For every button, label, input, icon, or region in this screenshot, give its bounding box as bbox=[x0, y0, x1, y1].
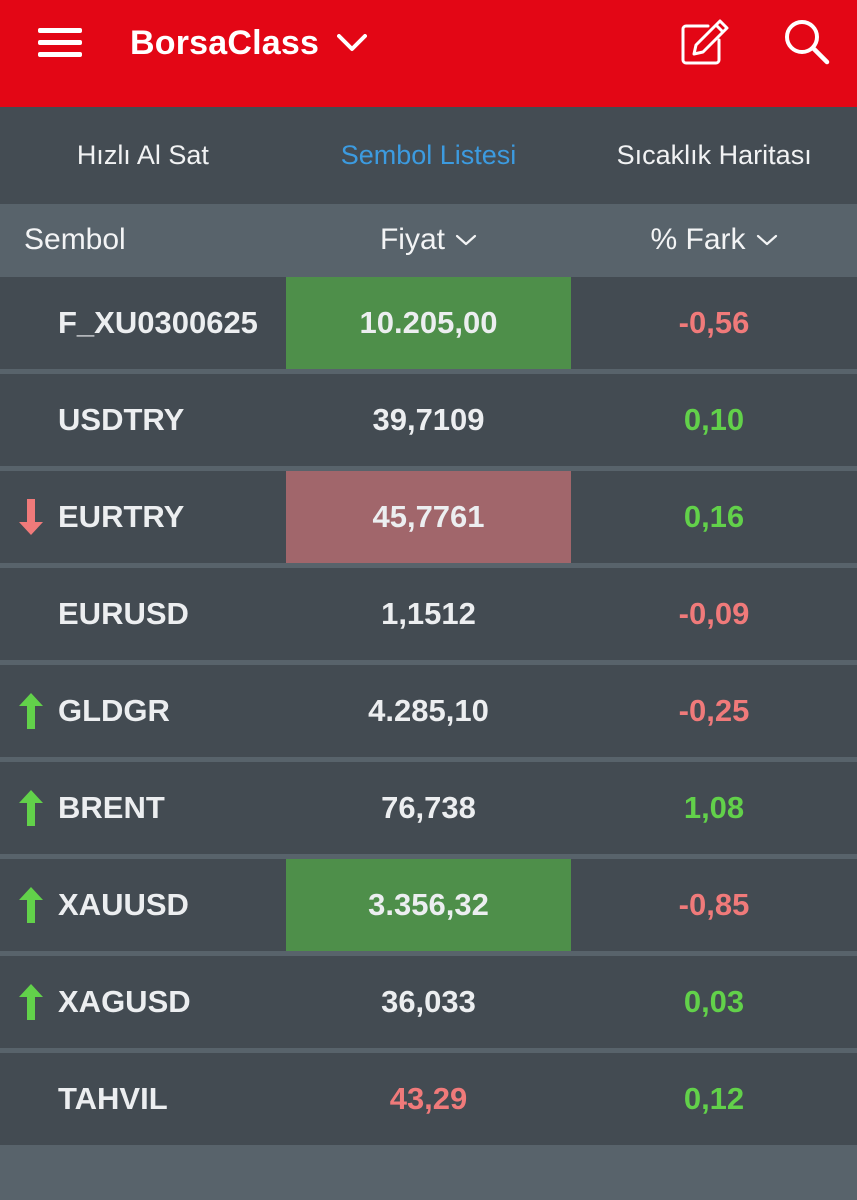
search-icon bbox=[785, 20, 830, 65]
tab-bar: Hızlı Al Sat Sembol Listesi Sıcaklık Har… bbox=[0, 107, 857, 204]
app-switcher[interactable]: BorsaClass bbox=[130, 22, 368, 64]
chevron-down-icon bbox=[756, 234, 777, 246]
table-row[interactable]: EURTRY 45,7761 0,16 bbox=[0, 471, 857, 568]
arrow-up-icon bbox=[19, 887, 43, 923]
change-cell: -0,85 bbox=[678, 887, 750, 922]
symbol-name: EURTRY bbox=[58, 499, 185, 534]
price-cell: 76,738 bbox=[381, 790, 476, 825]
edit-button[interactable] bbox=[678, 18, 730, 66]
arrow-up-icon bbox=[19, 693, 43, 729]
column-header-fiyat-label: Fiyat bbox=[379, 223, 445, 256]
change-cell: 0,16 bbox=[683, 499, 745, 534]
column-header-fiyat[interactable]: Fiyat bbox=[286, 223, 571, 257]
symbol-list: F_XU0300625 10.205,00 -0,56 USDTRY 39,71… bbox=[0, 277, 857, 1150]
change-cell: -0,25 bbox=[678, 693, 750, 728]
app-bar: BorsaClass bbox=[0, 0, 857, 107]
arrow-up-icon bbox=[19, 790, 43, 826]
symbol-name: F_XU0300625 bbox=[58, 305, 258, 340]
hamburger-icon[interactable] bbox=[36, 26, 84, 60]
price-cell: 45,7761 bbox=[286, 471, 571, 563]
table-row[interactable]: XAUUSD 3.356,32 -0,85 bbox=[0, 859, 857, 956]
edit-icon bbox=[681, 19, 729, 65]
arrow-down-icon bbox=[19, 499, 43, 535]
price-cell: 43,29 bbox=[389, 1081, 468, 1116]
column-header-sembol[interactable]: Sembol bbox=[24, 223, 126, 257]
tab-sembol-listesi[interactable]: Sembol Listesi bbox=[286, 107, 572, 204]
symbol-name: XAUUSD bbox=[58, 887, 189, 922]
table-row[interactable]: USDTRY 39,7109 0,10 bbox=[0, 374, 857, 471]
table-row[interactable]: EURUSD 1,1512 -0,09 bbox=[0, 568, 857, 665]
symbol-name: TAHVIL bbox=[58, 1081, 168, 1116]
table-row[interactable]: F_XU0300625 10.205,00 -0,56 bbox=[0, 277, 857, 374]
symbol-name: XAGUSD bbox=[58, 984, 191, 1019]
symbol-name: GLDGR bbox=[58, 693, 170, 728]
price-cell: 10.205,00 bbox=[286, 277, 571, 369]
chevron-down-icon bbox=[337, 34, 368, 51]
hamburger-line bbox=[38, 28, 82, 33]
change-cell: -0,56 bbox=[678, 305, 750, 340]
hamburger-line bbox=[38, 52, 82, 57]
app-title: BorsaClass bbox=[130, 23, 320, 62]
price-cell: 3.356,32 bbox=[286, 859, 571, 951]
tab-hizli-al-sat[interactable]: Hızlı Al Sat bbox=[0, 107, 286, 204]
chevron-down-icon bbox=[455, 234, 477, 246]
search-button[interactable] bbox=[782, 18, 832, 66]
column-header-fark-label: % Fark bbox=[650, 223, 746, 256]
symbol-name: BRENT bbox=[58, 790, 165, 825]
change-cell: -0,09 bbox=[678, 596, 750, 631]
change-cell: 0,12 bbox=[683, 1081, 745, 1116]
table-row[interactable]: BRENT 76,738 1,08 bbox=[0, 762, 857, 859]
table-row[interactable]: GLDGR 4.285,10 -0,25 bbox=[0, 665, 857, 762]
table-row[interactable]: XAGUSD 36,033 0,03 bbox=[0, 956, 857, 1053]
change-cell: 1,08 bbox=[683, 790, 745, 825]
tab-sicaklik-haritasi[interactable]: Sıcaklık Haritası bbox=[571, 107, 857, 204]
symbol-name: EURUSD bbox=[58, 596, 189, 631]
price-cell: 39,7109 bbox=[372, 402, 485, 437]
table-header: Sembol Fiyat % Fark bbox=[0, 204, 857, 276]
symbol-name: USDTRY bbox=[58, 402, 185, 437]
change-cell: 0,03 bbox=[683, 984, 745, 1019]
arrow-up-icon bbox=[19, 984, 43, 1020]
column-header-fark[interactable]: % Fark bbox=[571, 223, 857, 257]
price-cell: 1,1512 bbox=[381, 596, 476, 631]
price-cell: 4.285,10 bbox=[368, 693, 489, 728]
table-row[interactable]: TAHVIL 43,29 0,12 bbox=[0, 1053, 857, 1150]
price-cell: 36,033 bbox=[381, 984, 476, 1019]
hamburger-line bbox=[38, 40, 82, 45]
change-cell: 0,10 bbox=[683, 402, 745, 437]
